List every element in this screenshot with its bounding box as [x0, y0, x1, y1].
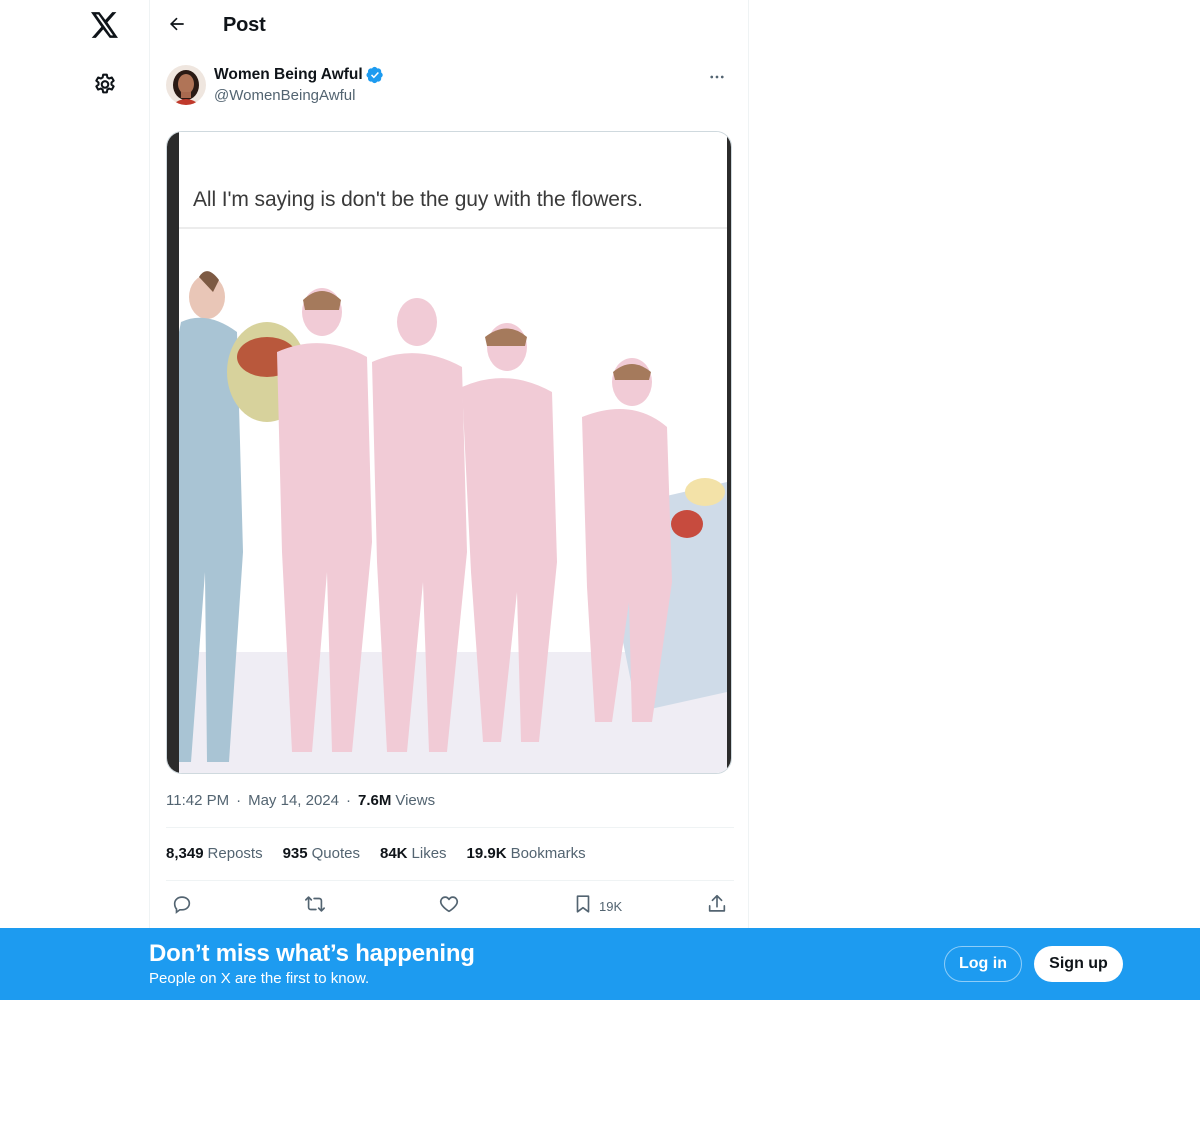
- likes-count: 84K: [379, 845, 408, 862]
- meta-separator: ·: [346, 792, 351, 809]
- post-actions: 19K: [166, 893, 734, 919]
- post-header: Post: [150, 0, 750, 53]
- likes-label: Likes: [411, 845, 447, 862]
- reply-icon: [171, 893, 193, 920]
- main-column: Post Women Being Awful @WomenBeingAwful …: [149, 0, 749, 928]
- bookmarks-count: 19.9K: [466, 845, 507, 862]
- divider: [166, 827, 734, 828]
- reposts-count: 8,349: [166, 845, 204, 862]
- post-media-image[interactable]: All I'm saying is don't be the guy with …: [166, 131, 732, 774]
- post-stats: 8,349 Reposts 935 Quotes 84K Likes 19.9K Boo…: [166, 845, 586, 862]
- arrow-left-icon: [167, 14, 187, 39]
- more-options-button[interactable]: [700, 62, 734, 96]
- verified-badge-icon: [366, 66, 384, 84]
- page: Post Women Being Awful @WomenBeingAwful …: [0, 0, 1200, 1130]
- media-caption: All I'm saying is don't be the guy with …: [193, 188, 643, 211]
- share-icon: [706, 893, 728, 920]
- bookmarks-label: Bookmarks: [510, 845, 586, 862]
- post-author: Women Being Awful @WomenBeingAwful: [166, 64, 734, 108]
- quotes-stat[interactable]: 935 Quotes: [283, 845, 360, 862]
- x-logo-button[interactable]: [83, 5, 127, 49]
- author-name-text: Women Being Awful: [214, 66, 363, 83]
- post-time[interactable]: 11:42 PM: [166, 792, 229, 809]
- author-handle[interactable]: @WomenBeingAwful: [214, 87, 355, 104]
- likes-stat[interactable]: 84K Likes: [380, 845, 447, 862]
- reply-button[interactable]: [171, 893, 193, 919]
- reposts-stat[interactable]: 8,349 Reposts: [166, 845, 263, 862]
- repost-icon: [303, 893, 327, 920]
- quotes-count: 935: [282, 845, 308, 862]
- login-button[interactable]: Log in: [944, 946, 1022, 982]
- divider: [166, 880, 734, 881]
- bookmark-count: 19K: [599, 898, 623, 914]
- share-button[interactable]: [706, 893, 728, 919]
- banner-title: Don’t miss what’s happening: [149, 940, 475, 967]
- banner-subtitle: People on X are the first to know.: [149, 970, 370, 987]
- like-button[interactable]: [438, 893, 460, 919]
- x-logo-icon: [91, 11, 119, 43]
- signup-banner: Don’t miss what’s happening People on X …: [0, 928, 1200, 1000]
- post-meta: 11:42 PM · May 14, 2024 · 7.6M Views: [166, 792, 435, 809]
- reposts-label: Reposts: [207, 845, 263, 862]
- page-title: Post: [223, 14, 266, 36]
- avatar[interactable]: [166, 65, 206, 105]
- bookmark-button[interactable]: 19K: [572, 893, 622, 919]
- heart-icon: [438, 893, 460, 920]
- views-label: Views: [395, 792, 436, 809]
- views-count: 7.6M: [358, 792, 392, 809]
- author-name[interactable]: Women Being Awful: [214, 66, 384, 84]
- signup-button[interactable]: Sign up: [1034, 946, 1123, 982]
- gear-icon: [92, 72, 118, 103]
- settings-button[interactable]: [83, 65, 127, 109]
- back-button[interactable]: [159, 8, 195, 44]
- repost-button[interactable]: [303, 893, 327, 919]
- quotes-label: Quotes: [311, 845, 360, 862]
- bookmark-icon: [572, 893, 594, 920]
- ellipsis-icon: [708, 68, 726, 91]
- bookmarks-stat[interactable]: 19.9K Bookmarks: [467, 845, 586, 862]
- post-date[interactable]: May 14, 2024: [248, 792, 339, 809]
- meta-separator: ·: [236, 792, 242, 809]
- media-caption-divider: [179, 227, 727, 229]
